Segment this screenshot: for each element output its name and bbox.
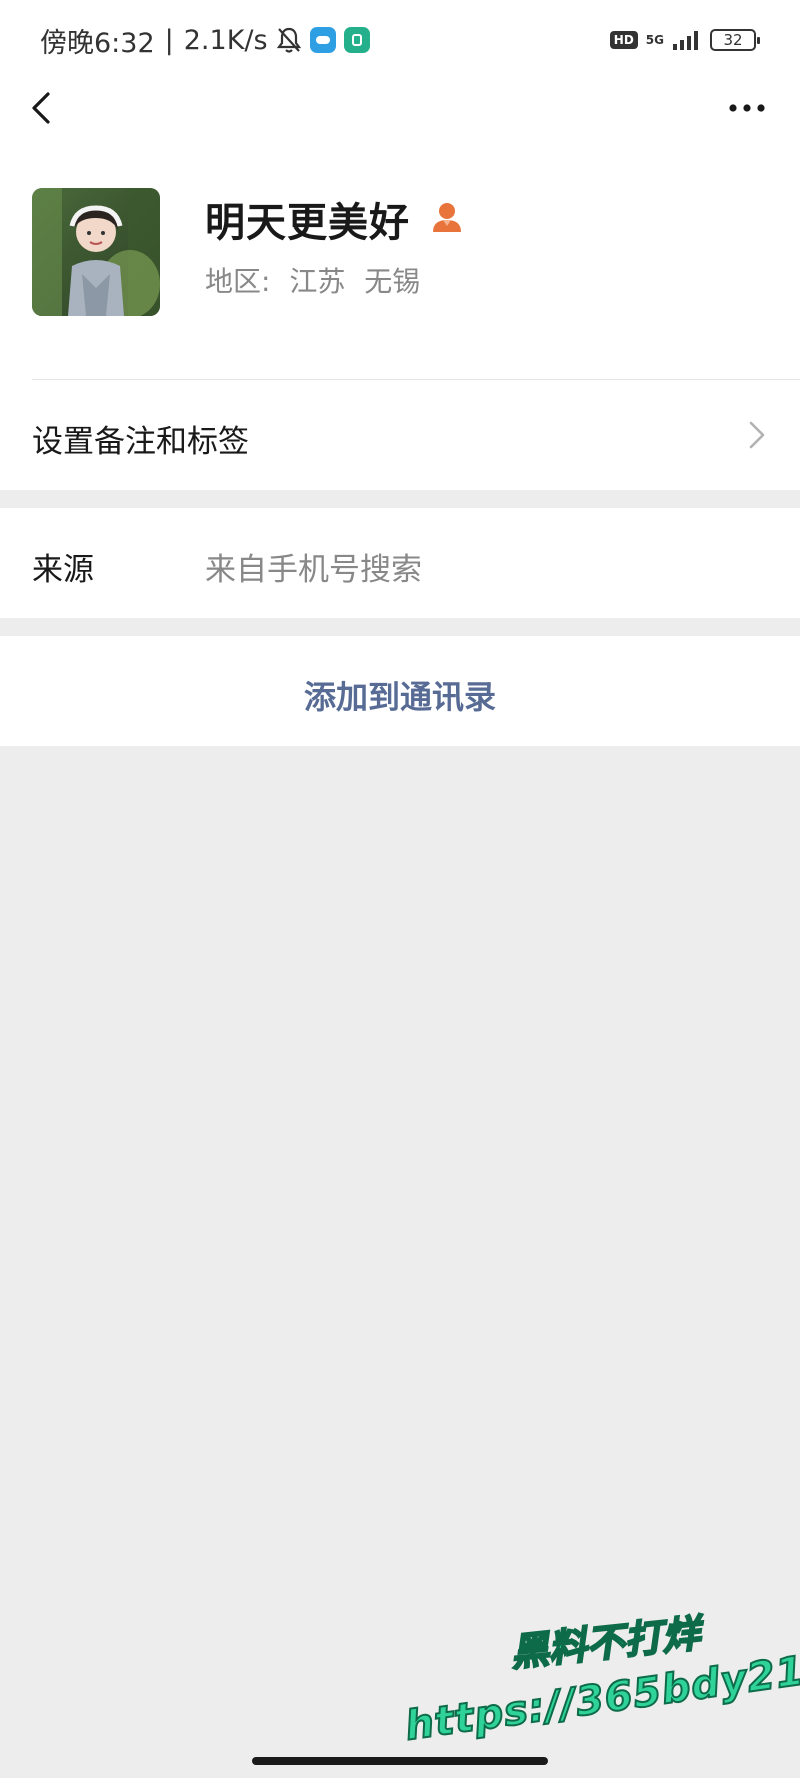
set-remark-tags-row[interactable]: 设置备注和标签 xyxy=(0,380,800,490)
source-label: 来源 xyxy=(32,552,94,588)
region-city: 无锡 xyxy=(364,265,421,298)
status-separator: | xyxy=(164,24,174,56)
add-to-contacts-label: 添加到通讯录 xyxy=(303,678,496,716)
battery-icon: 32 xyxy=(710,29,760,51)
avatar[interactable] xyxy=(32,188,160,316)
avatar-image xyxy=(32,188,160,316)
network-speed: 2.1K/s xyxy=(183,24,268,56)
security-app-icon xyxy=(343,27,370,53)
status-left: 傍晚6:32 | 2.1K/s xyxy=(40,20,370,60)
nav-bar xyxy=(0,78,800,138)
status-time: 傍晚6:32 xyxy=(40,27,155,59)
status-bar: 傍晚6:32 | 2.1K/s HD 5G 32 xyxy=(0,0,800,78)
region-province: 江苏 xyxy=(289,265,346,298)
more-dots-icon xyxy=(729,104,765,112)
contact-profile-screen: 傍晚6:32 | 2.1K/s HD 5G 32 明天更美好 地区: 江苏 无锡… xyxy=(0,0,800,1778)
mute-bell-icon xyxy=(276,27,301,53)
status-right: HD 5G 32 xyxy=(609,22,760,58)
region-label: 地区: xyxy=(205,265,271,298)
source-value: 来自手机号搜索 xyxy=(205,552,422,588)
remark-label: 设置备注和标签 xyxy=(32,424,249,460)
region-info: 地区: 江苏 无锡 xyxy=(205,260,430,300)
chevron-left-icon xyxy=(32,92,50,124)
back-button[interactable] xyxy=(22,86,66,130)
profile-header: 明天更美好 地区: 江苏 无锡 xyxy=(0,138,800,380)
chevron-right-icon xyxy=(749,421,765,449)
hd-icon: HD xyxy=(609,31,638,49)
signal-icon xyxy=(673,31,698,50)
more-button[interactable] xyxy=(722,86,772,130)
watermark: 黑料不打烊 https://365bdy21.com xyxy=(395,1610,800,1775)
gender-user-icon xyxy=(433,203,461,232)
nickname: 明天更美好 xyxy=(205,200,410,246)
network-type-label: 5G xyxy=(645,33,664,47)
home-indicator[interactable] xyxy=(252,1757,548,1765)
add-to-contacts-button[interactable]: 添加到通讯录 xyxy=(0,636,800,746)
cloud-app-icon xyxy=(309,27,336,53)
source-row: 来源 来自手机号搜索 xyxy=(0,508,800,618)
